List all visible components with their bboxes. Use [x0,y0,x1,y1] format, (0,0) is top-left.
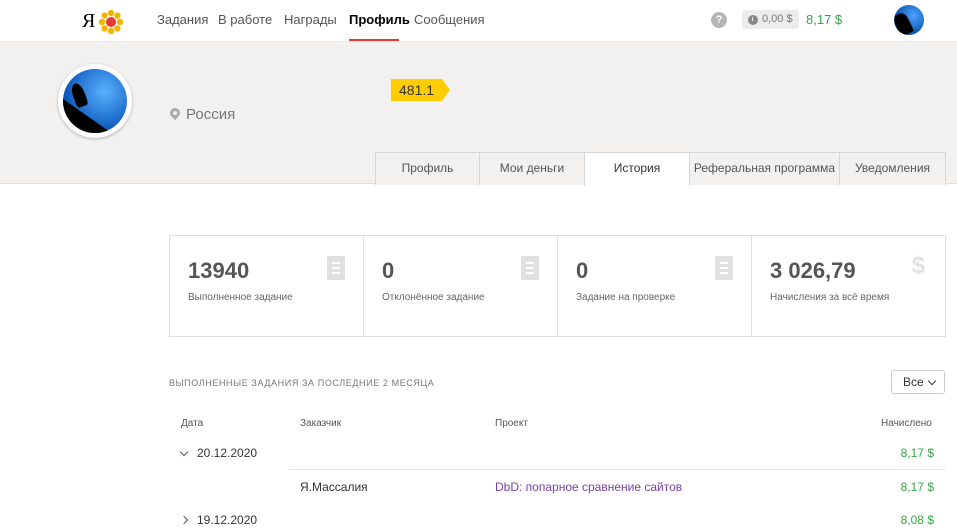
column-customer: Заказчик [300,418,342,429]
column-amount: Начислено [881,418,932,429]
pending-amount: 0,00 $ [762,13,793,25]
date-group-toggle[interactable]: 20.12.2020 [179,446,258,460]
tab-my-money[interactable]: Мои деньги [479,152,585,185]
stat-rejected: 0 Отклонённое задание [364,236,558,336]
yandex-logo[interactable]: Я [82,8,124,35]
pending-balance[interactable]: 0,00 $ [742,10,799,29]
group-date: 19.12.2020 [197,513,258,527]
tab-referral[interactable]: Реферальная программа [689,152,840,185]
top-navigation: Я Задания В работе Награды Профиль Сообщ… [0,0,957,42]
row-project-link[interactable]: DbD: попарное сравнение сайтов [495,480,682,494]
profile-avatar-image [63,69,127,133]
tab-profile[interactable]: Профиль [375,152,480,185]
document-icon [521,256,539,280]
profile-tabs: Профиль Мои деньги История Реферальная п… [375,152,946,186]
stat-completed: 13940 Выполненное задание [170,236,364,336]
stats-panel: 13940 Выполненное задание 0 Отклонённое … [169,235,946,337]
stat-label: Задание на проверке [576,292,676,303]
stat-value: 3 026,79 [770,258,856,283]
chevron-right-icon [179,515,189,525]
group-amount: 8,08 $ [900,513,934,527]
chevron-down-icon [927,376,937,386]
toloka-sun-icon [98,9,124,35]
nav-messages[interactable]: Сообщения [414,12,485,27]
filter-value: Все [903,375,924,389]
stat-label: Выполненное задание [188,292,293,303]
stat-total-earnings: 3 026,79 Начисления за всё время $ [752,236,945,336]
account-balance[interactable]: 8,17 $ [806,12,842,27]
logo-letter: Я [82,10,96,32]
chevron-down-icon [179,447,189,456]
help-icon[interactable]: ? [711,12,727,28]
column-project: Проект [495,418,528,429]
profile-avatar [58,64,132,138]
location-pin-icon [170,108,180,122]
stat-label: Отклонённое задание [382,292,485,303]
nav-in-progress[interactable]: В работе [218,12,272,27]
nav-rewards[interactable]: Награды [284,12,337,27]
tab-notifications[interactable]: Уведомления [839,152,946,185]
user-avatar[interactable] [894,5,924,35]
stat-value: 0 [382,258,395,283]
history-section-title: ВЫПОЛНЕННЫЕ ЗАДАНИЯ ЗА ПОСЛЕДНИЕ 2 МЕСЯЦ… [169,378,435,388]
group-amount: 8,17 $ [900,446,934,460]
row-customer: Я.Массалия [300,480,368,494]
date-group-toggle[interactable]: 19.12.2020 [179,513,258,527]
location-text: Россия [186,106,236,123]
history-filter-select[interactable]: Все [891,370,945,394]
row-amount: 8,17 $ [900,480,934,494]
document-icon [327,256,345,280]
stat-under-review: 0 Задание на проверке [558,236,752,336]
rating-badge: 481.1 [391,79,451,101]
clock-icon [748,14,758,25]
nav-tasks[interactable]: Задания [157,12,208,27]
nav-profile[interactable]: Профиль [349,12,410,27]
stat-value: 13940 [188,258,250,283]
column-date[interactable]: Дата [181,418,203,429]
stat-value: 0 [576,258,589,283]
location: Россия [170,106,235,123]
active-nav-indicator [349,39,399,41]
row-divider [289,469,946,470]
stat-label: Начисления за всё время [770,292,890,303]
group-date: 20.12.2020 [197,446,258,460]
tab-history[interactable]: История [584,152,690,186]
document-icon [715,256,733,280]
dollar-icon: $ [911,252,925,279]
